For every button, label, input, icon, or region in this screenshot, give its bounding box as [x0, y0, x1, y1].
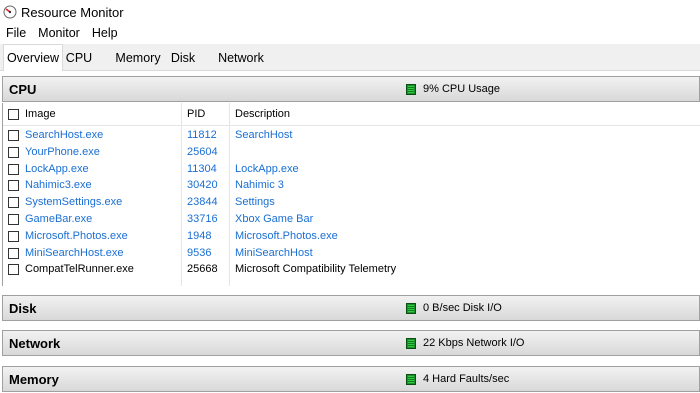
- process-description: Xbox Game Bar: [235, 213, 314, 225]
- process-image: Nahimic3.exe: [25, 179, 92, 192]
- tab-network[interactable]: Network: [215, 47, 267, 70]
- process-pid: 11304: [187, 162, 217, 175]
- row-checkbox[interactable]: [8, 264, 19, 276]
- row-checkbox[interactable]: [8, 214, 19, 225]
- table-header: Image PID Description: [3, 103, 700, 126]
- table-row[interactable]: LockApp.exe 11304 LockApp.exe: [3, 161, 700, 178]
- process-image: YourPhone.exe: [25, 145, 100, 158]
- network-io-status: 22 Kbps Network I/O: [423, 337, 525, 349]
- cpu-section-title: CPU: [9, 82, 37, 97]
- row-checkbox[interactable]: [8, 230, 19, 242]
- process-pid: 9536: [187, 246, 212, 259]
- table-row[interactable]: YourPhone.exe 25604: [3, 144, 700, 161]
- process-image: Microsoft.Photos.exe: [25, 229, 128, 242]
- column-header-image[interactable]: Image: [25, 103, 56, 125]
- cpu-process-table: Image PID Description SearchHost.exe 1181…: [2, 103, 700, 286]
- process-pid: 11812: [187, 129, 217, 141]
- cpu-section-header[interactable]: CPU 9% CPU Usage: [2, 76, 700, 102]
- table-row[interactable]: Microsoft.Photos.exe 1948 Microsoft.Photos…: [3, 228, 700, 245]
- tab-bar: Overview CPU Memory Disk Network: [0, 44, 700, 71]
- process-image: GameBar.exe: [25, 213, 93, 225]
- row-checkbox[interactable]: [8, 130, 19, 141]
- process-image: SystemSettings.exe: [25, 196, 123, 209]
- network-activity-gauge-icon: [406, 338, 416, 349]
- process-pid: 25668: [187, 263, 218, 276]
- resource-monitor-icon: [3, 5, 17, 19]
- process-description: Nahimic 3: [235, 179, 284, 192]
- disk-section-title: Disk: [9, 301, 37, 316]
- table-row[interactable]: SearchHost.exe 11812 SearchHost: [3, 127, 700, 144]
- memory-activity-gauge-icon: [406, 374, 416, 385]
- row-checkbox[interactable]: [8, 146, 19, 158]
- table-row[interactable]: Nahimic3.exe 30420 Nahimic 3: [3, 177, 700, 194]
- tab-cpu[interactable]: CPU: [64, 47, 94, 70]
- tab-overview[interactable]: Overview: [3, 44, 63, 71]
- column-header-pid[interactable]: PID: [187, 103, 205, 125]
- column-header-description[interactable]: Description: [235, 103, 290, 125]
- process-pid: 23844: [187, 196, 218, 209]
- memory-section-header[interactable]: Memory 4 Hard Faults/sec: [2, 366, 700, 392]
- row-checkbox[interactable]: [8, 247, 19, 259]
- select-all-checkbox[interactable]: [8, 109, 19, 120]
- disk-activity-gauge-icon: [406, 303, 416, 314]
- disk-section-header[interactable]: Disk 0 B/sec Disk I/O: [2, 295, 700, 321]
- process-description: LockApp.exe: [235, 162, 299, 175]
- tab-disk[interactable]: Disk: [168, 47, 198, 70]
- memory-section-title: Memory: [9, 372, 59, 387]
- process-pid: 33716: [187, 213, 218, 225]
- process-pid: 30420: [187, 179, 218, 192]
- process-description: Settings: [235, 196, 275, 209]
- process-description: MiniSearchHost: [235, 246, 313, 259]
- cpu-usage-status: 9% CPU Usage: [423, 83, 501, 95]
- tab-memory[interactable]: Memory: [112, 47, 164, 70]
- network-section-title: Network: [9, 336, 61, 351]
- process-image: SearchHost.exe: [25, 129, 104, 141]
- process-image: LockApp.exe: [25, 162, 89, 175]
- memory-faults-status: 4 Hard Faults/sec: [423, 373, 510, 385]
- process-pid: 1948: [187, 229, 212, 242]
- row-checkbox[interactable]: [8, 180, 19, 192]
- menu-help[interactable]: Help: [86, 26, 124, 40]
- menu-file[interactable]: File: [0, 26, 32, 40]
- process-description: SearchHost: [235, 129, 293, 141]
- process-image: MiniSearchHost.exe: [25, 246, 124, 259]
- menu-bar: File Monitor Help: [0, 24, 700, 42]
- table-row[interactable]: SystemSettings.exe 23844 Settings: [3, 194, 700, 211]
- row-checkbox[interactable]: [8, 197, 19, 209]
- menu-monitor[interactable]: Monitor: [32, 26, 86, 40]
- title-bar: Resource Monitor: [0, 0, 700, 24]
- window-title: Resource Monitor: [21, 4, 124, 20]
- table-row[interactable]: CompatTelRunner.exe 25668 Microsoft Compat…: [3, 261, 700, 278]
- process-description: Microsoft.Photos.exe: [235, 229, 338, 242]
- network-section-header[interactable]: Network 22 Kbps Network I/O: [2, 330, 700, 356]
- table-row[interactable]: MiniSearchHost.exe 9536 MiniSearchHost: [3, 245, 700, 262]
- cpu-usage-gauge-icon: [406, 84, 416, 95]
- process-pid: 25604: [187, 145, 218, 158]
- row-checkbox[interactable]: [8, 163, 19, 175]
- process-description: Microsoft Compatibility Telemetry: [235, 263, 397, 276]
- table-row[interactable]: GameBar.exe 33716 Xbox Game Bar: [3, 211, 700, 228]
- disk-io-status: 0 B/sec Disk I/O: [423, 302, 502, 314]
- process-image: CompatTelRunner.exe: [25, 263, 134, 276]
